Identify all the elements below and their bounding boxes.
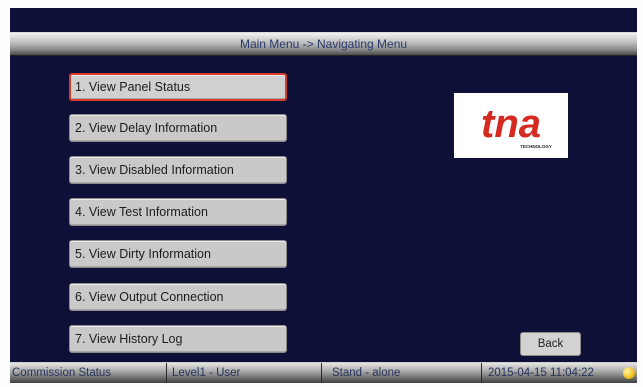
user-level: Level1 - User [167,363,322,383]
menu-item-view-output-connection[interactable]: 6. View Output Connection [69,283,287,311]
page-title: Main Menu -> Navigating Menu [239,37,408,51]
datetime-text: 2015-04-15 11:04:22 [488,367,594,379]
menu-item-view-delay-information[interactable]: 2. View Delay Information [69,114,287,142]
menu-item-view-panel-status[interactable]: 1. View Panel Status [69,73,287,101]
operation-mode: Stand - alone [322,363,482,383]
status-bar: Commission Status Level1 - User Stand - … [10,362,637,383]
logo-text: tna [481,102,541,146]
commission-status[interactable]: Commission Status [10,363,167,383]
status-light-icon [623,367,635,379]
menu-item-view-test-information[interactable]: 4. View Test Information [69,198,287,226]
logo-subtext: TECHNOLOGY [520,144,552,149]
menu-item-view-disabled-information[interactable]: 3. View Disabled Information [69,156,287,184]
screen: Main Menu -> Navigating Menu 1. View Pan… [0,0,643,387]
title-bar: Main Menu -> Navigating Menu [10,32,637,56]
back-button[interactable]: Back [520,332,581,356]
datetime: 2015-04-15 11:04:22 [482,363,637,383]
tna-logo: tna TECHNOLOGY [454,93,568,158]
menu-item-view-history-log[interactable]: 7. View History Log [69,325,287,353]
menu-item-view-dirty-information[interactable]: 5. View Dirty Information [69,240,287,268]
main-panel: Main Menu -> Navigating Menu 1. View Pan… [10,8,637,383]
